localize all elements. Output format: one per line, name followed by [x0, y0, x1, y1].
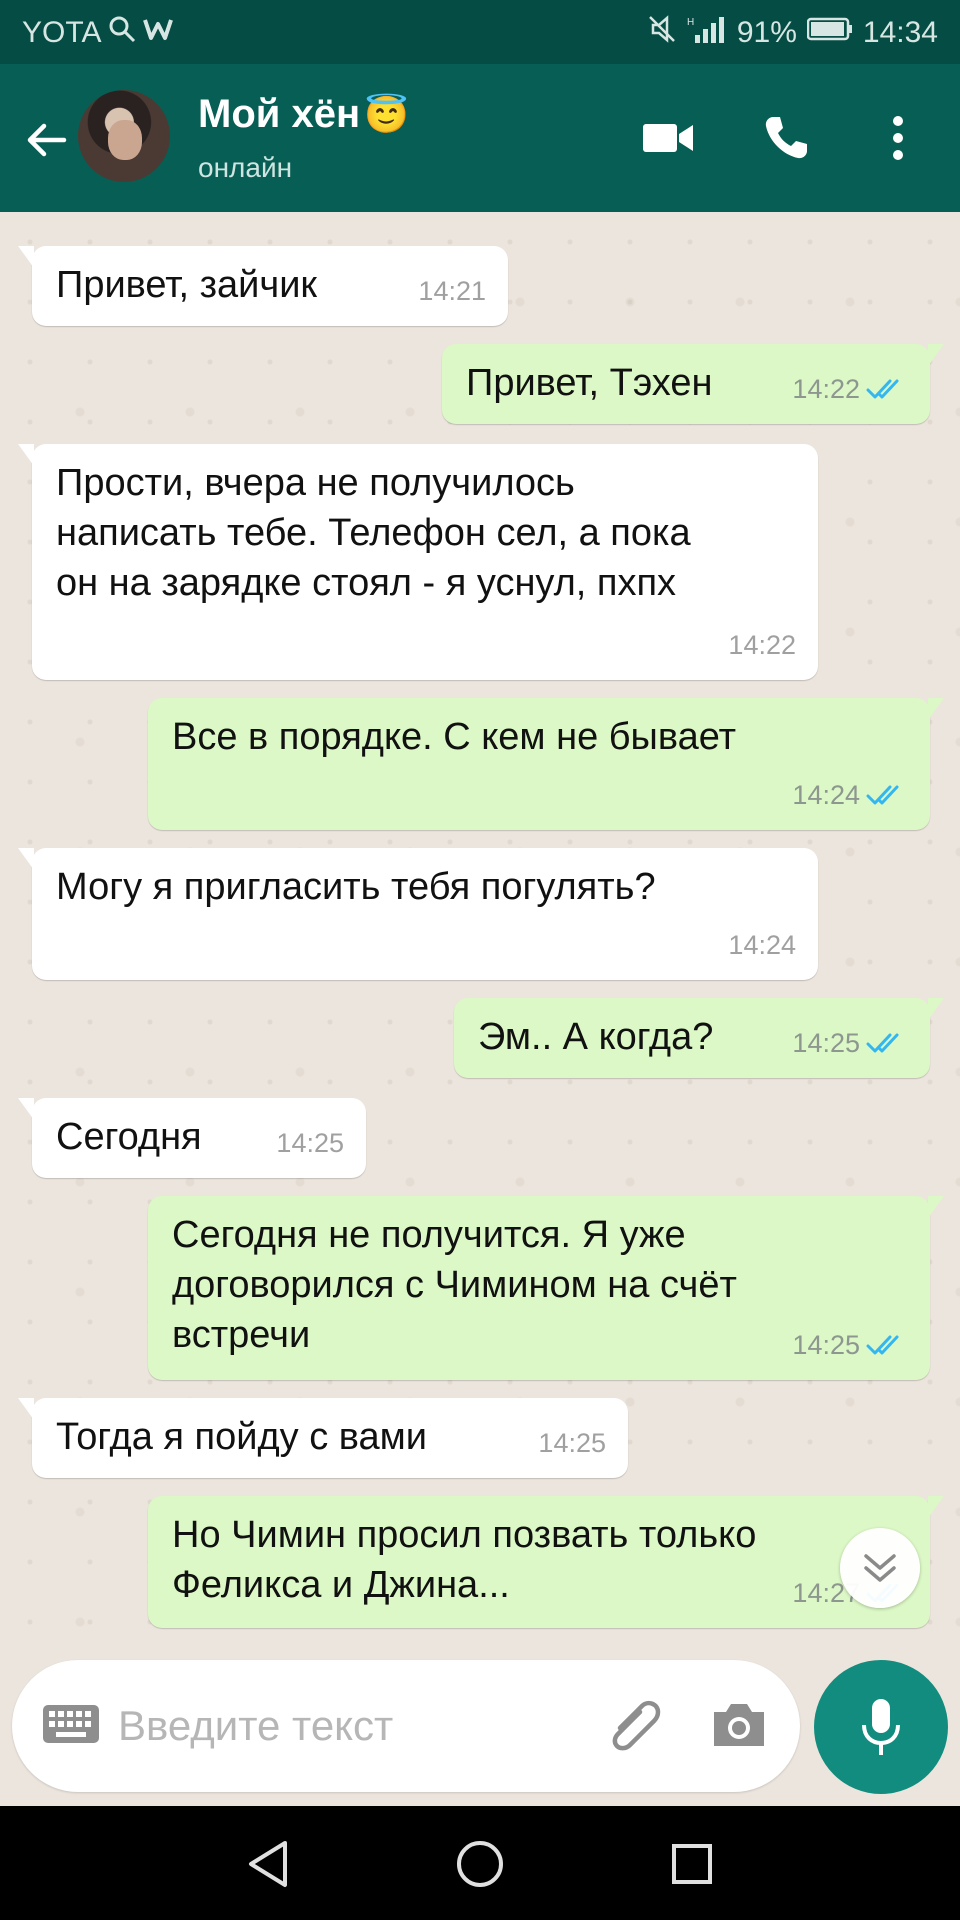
- search-icon: [107, 14, 137, 52]
- video-call-button[interactable]: [636, 104, 700, 172]
- message-input[interactable]: Введите текст: [118, 1702, 393, 1750]
- message-bubble-incoming[interactable]: Сегодня 14:25: [18, 1098, 366, 1178]
- read-ticks-icon: [866, 785, 899, 805]
- contact-name-text: Мой хён: [198, 92, 361, 136]
- camera-button[interactable]: [710, 1700, 768, 1755]
- message-composer[interactable]: Введите текст: [12, 1660, 800, 1792]
- message-time: 14:21: [418, 276, 486, 306]
- message-text: Прости, вчера не получилось написать теб…: [56, 462, 691, 604]
- clock: 14:34: [862, 16, 938, 49]
- message-time: 14:25: [538, 1428, 606, 1458]
- message-time: 14:24: [728, 930, 796, 960]
- nav-home-button[interactable]: [450, 1834, 510, 1894]
- more-icon: [893, 116, 903, 160]
- message-text: Тогда я пойду с вами: [56, 1416, 428, 1458]
- message-text: Могу я пригласить тебя погулять?: [56, 866, 656, 908]
- triangle-back-icon: [249, 1841, 287, 1887]
- status-bar: YOTA H 91% 14:34: [0, 0, 960, 64]
- arrow-left-icon: [27, 123, 67, 157]
- chat-area[interactable]: Привет, зайчик 14:21 Привет, Тэхен 14:22…: [0, 212, 960, 1660]
- camera-icon: [714, 1704, 764, 1746]
- contact-name-emoji: 😇: [364, 93, 409, 135]
- read-ticks-icon: [866, 379, 899, 399]
- microphone-icon: [862, 1699, 900, 1755]
- message-time: 14:25: [792, 1330, 860, 1360]
- system-nav-bar: [0, 1806, 960, 1920]
- svg-text:H: H: [687, 17, 694, 28]
- contact-name[interactable]: Мой хён 😇: [198, 92, 409, 137]
- video-call-icon: [643, 124, 693, 152]
- mute-icon: [647, 14, 677, 52]
- w-icon: [143, 16, 174, 50]
- attach-button[interactable]: [606, 1698, 668, 1761]
- message-bubble-outgoing[interactable]: Привет, Тэхен 14:22: [442, 344, 944, 424]
- message-time: 14:24: [792, 780, 860, 810]
- square-recents-icon: [672, 1844, 712, 1884]
- chat-header: Мой хён 😇 онлайн: [0, 64, 960, 212]
- read-ticks-icon: [866, 1335, 899, 1355]
- message-bubble-incoming[interactable]: Привет, зайчик 14:21: [18, 246, 508, 326]
- back-button[interactable]: [18, 112, 74, 168]
- paperclip-icon: [612, 1700, 661, 1751]
- battery-icon: [806, 16, 853, 50]
- message-bubble-outgoing[interactable]: Все в порядке. С кем не бывает 14:24: [148, 698, 944, 830]
- voice-message-button[interactable]: [814, 1660, 948, 1794]
- nav-back-button[interactable]: [238, 1834, 298, 1894]
- message-bubble-outgoing[interactable]: Сегодня не получится. Я уже договорился …: [148, 1196, 944, 1380]
- battery-level: 91%: [736, 16, 797, 49]
- phone-icon: [765, 117, 807, 159]
- message-time: 14:25: [276, 1128, 344, 1158]
- contact-status: онлайн: [198, 152, 293, 183]
- double-chevron-down-icon: [864, 1554, 896, 1582]
- message-bubble-incoming[interactable]: Прости, вчера не получилось написать теб…: [18, 444, 818, 680]
- message-bubble-incoming[interactable]: Тогда я пойду с вами 14:25: [18, 1398, 628, 1478]
- keyboard-icon[interactable]: [42, 1704, 100, 1749]
- message-bubble-outgoing[interactable]: Эм.. А когда? 14:25: [454, 998, 944, 1078]
- contact-avatar[interactable]: [78, 90, 170, 182]
- circle-home-icon: [457, 1841, 503, 1887]
- scroll-to-bottom-button[interactable]: [840, 1528, 920, 1608]
- carrier-label: YOTA: [22, 16, 102, 49]
- nav-recents-button[interactable]: [662, 1834, 722, 1894]
- message-time: 14:25: [792, 1028, 860, 1058]
- message-bubble-outgoing[interactable]: Но Чимин просил позвать только Феликса и…: [148, 1496, 944, 1628]
- message-time: 14:22: [792, 374, 860, 404]
- signal-icon: H: [687, 15, 727, 51]
- voice-call-button[interactable]: [754, 104, 818, 172]
- read-ticks-icon: [866, 1033, 899, 1053]
- message-bubble-incoming[interactable]: Могу я пригласить тебя погулять? 14:24: [18, 848, 818, 980]
- message-time: 14:22: [728, 630, 796, 660]
- message-text: Все в порядке. С кем не бывает: [172, 716, 737, 758]
- more-options-button[interactable]: [876, 104, 920, 172]
